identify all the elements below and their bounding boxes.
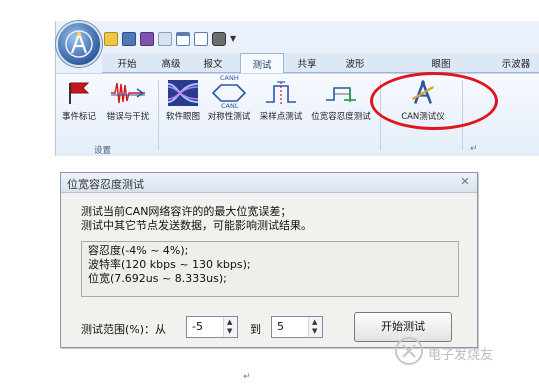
symmetry-icon: CANH CANL <box>209 74 249 110</box>
paragraph-mark: ↵ <box>470 144 478 154</box>
description-line-1: 测试当前CAN网络容许的的最大位宽误差； <box>81 205 292 218</box>
quick-access-toolbar: ▼ <box>104 29 238 49</box>
range-to-value[interactable]: 5 <box>277 320 284 333</box>
list-icon[interactable] <box>194 32 208 46</box>
range-from-spinbox[interactable]: -5 ▲ ▼ <box>186 316 238 338</box>
spin-down-icon-2[interactable]: ▼ <box>312 328 317 335</box>
baud-rate-line: 波特率(120 kbps ~ 130 kbps); <box>88 258 251 271</box>
close-icon[interactable]: ✕ <box>459 176 471 188</box>
tab-eye-diagram[interactable]: 眼图 <box>424 56 458 70</box>
compass-icon <box>65 30 93 58</box>
to-label: 到 <box>250 323 261 336</box>
eye-diagram-icon <box>168 80 198 106</box>
filter-icon[interactable] <box>158 32 172 46</box>
tab-test[interactable]: 测试 <box>240 53 284 74</box>
bit-width-tolerance-dialog: 位宽容忍度测试 ✕ 测试当前CAN网络容许的的最大位宽误差； 测试中其它节点发送… <box>60 172 478 348</box>
tab-share[interactable]: 共享 <box>290 56 324 70</box>
spin-down-icon[interactable]: ▼ <box>227 328 232 335</box>
error-interference-button[interactable]: 错误与干扰 <box>102 80 154 122</box>
tab-advanced[interactable]: 高级 <box>154 56 188 70</box>
highlight-circle <box>370 72 498 130</box>
open-folder-icon[interactable] <box>104 32 118 46</box>
bit-width-line: 位宽(7.692us ~ 8.333us); <box>88 272 227 285</box>
watermark: 电子发烧友 <box>394 336 534 368</box>
ribbon-tabs: 开始 高级 报文 测试 共享 波形 眼图 示波器 <box>102 53 539 74</box>
tab-messages[interactable]: 报文 <box>196 56 230 70</box>
event-marker-button[interactable]: 事件标记 <box>58 80 100 122</box>
tolerance-info-box: 容忍度(-4% ~ 4%); 波特率(120 kbps ~ 130 kbps);… <box>81 241 459 297</box>
sample-point-test-button[interactable]: 采样点测试 <box>256 80 306 122</box>
software-eye-diagram-button[interactable]: 软件眼图 <box>162 80 204 122</box>
description-line-2: 测试中其它节点发送数据，可能影响测试结果。 <box>81 219 312 232</box>
dialog-description: 测试当前CAN网络容许的的最大位宽误差； 测试中其它节点发送数据，可能影响测试结… <box>81 205 312 233</box>
watermark-logo-icon <box>395 337 423 365</box>
bit-width-icon <box>326 87 356 102</box>
watermark-text: 电子发烧友 <box>428 348 494 363</box>
camera-icon[interactable] <box>212 32 226 46</box>
paragraph-mark-2: ↵ <box>243 372 251 382</box>
canl-label: CANL <box>221 102 239 110</box>
bit-width-tolerance-button[interactable]: 位宽容忍度测试 <box>308 80 374 122</box>
tab-waveform[interactable]: 波形 <box>338 56 372 70</box>
tab-oscilloscope[interactable]: 示波器 <box>494 56 538 70</box>
dialog-title: 位宽容忍度测试 <box>67 178 144 191</box>
group-separator <box>158 80 159 150</box>
spin-arrows-2: ▲ ▼ <box>308 317 322 337</box>
software-eye-diagram-label: 软件眼图 <box>165 112 200 122</box>
event-marker-label: 事件标记 <box>61 112 96 122</box>
interference-icon <box>111 82 145 104</box>
save-icon[interactable] <box>122 32 136 46</box>
dialog-title-bar: 位宽容忍度测试 ✕ <box>61 173 477 193</box>
group-label-settings: 设置 <box>94 146 112 156</box>
tolerance-line: 容忍度(-4% ~ 4%); <box>88 244 189 257</box>
bit-width-tolerance-label: 位宽容忍度测试 <box>311 112 371 122</box>
spin-arrows: ▲ ▼ <box>223 317 237 337</box>
spin-up-icon[interactable]: ▲ <box>227 319 232 326</box>
app-menu-button[interactable] <box>56 21 102 67</box>
sample-point-test-label: 采样点测试 <box>259 112 303 122</box>
tab-home[interactable]: 开始 <box>110 56 144 70</box>
save-as-icon[interactable] <box>140 32 154 46</box>
symmetry-test-button[interactable]: CANH CANL 对称性测试 <box>204 74 254 122</box>
symmetry-test-label: 对称性测试 <box>207 112 251 122</box>
range-to-spinbox[interactable]: 5 ▲ ▼ <box>271 316 323 338</box>
window-icon[interactable] <box>176 32 190 46</box>
range-from-value[interactable]: -5 <box>192 320 203 333</box>
flag-icon <box>69 82 90 104</box>
spin-up-icon-2[interactable]: ▲ <box>312 319 317 326</box>
test-range-label: 测试范围(%)：从 <box>81 323 167 336</box>
error-interference-label: 错误与干扰 <box>106 112 150 122</box>
sample-point-icon <box>266 81 296 104</box>
qat-dropdown-icon[interactable]: ▼ <box>230 32 238 46</box>
